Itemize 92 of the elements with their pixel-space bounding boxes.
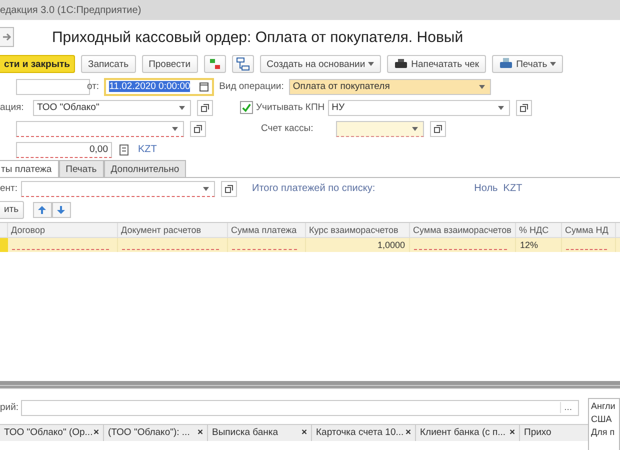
comment-field[interactable]: ... (21, 400, 579, 416)
window-tab[interactable]: Выписка банка × (208, 425, 312, 441)
window-tab[interactable]: (ТОО "Облако"): ... × (104, 425, 208, 441)
dropdown-icon[interactable] (203, 186, 209, 190)
language-text: Англи (591, 401, 616, 411)
close-icon[interactable]: × (93, 425, 99, 441)
column-header: Курс взаиморасчетов (309, 225, 398, 235)
print-receipt-button[interactable]: Напечатать чек (387, 55, 486, 73)
tab[interactable]: Печать (58, 160, 104, 177)
open-window-icon (434, 124, 442, 132)
open-button[interactable] (190, 120, 206, 136)
cash-account-label: Счет кассы: (260, 123, 314, 134)
column-header: Сумма взаиморасчетов (413, 225, 512, 235)
comment-label: рий: (0, 402, 18, 413)
arrow-down-icon (56, 204, 66, 214)
total-label: Итого платежей по списку: (252, 183, 376, 194)
column-header: Документ расчетов (121, 225, 202, 235)
operation-label: Вид операции: (218, 81, 285, 92)
arrow-up-icon (37, 204, 48, 214)
structure-button[interactable] (232, 55, 254, 73)
window-title: едакция 3.0 (1С:Предприятие) (0, 4, 142, 16)
column-header: Сумма НД (565, 225, 608, 235)
caret-icon (550, 62, 556, 66)
window-tab[interactable]: ТОО "Облако" (Ор...× (0, 425, 104, 441)
open-window-icon (201, 104, 209, 112)
journal-entries-button[interactable] (204, 55, 226, 73)
dropdown-icon[interactable] (478, 84, 485, 88)
open-window-icon (194, 124, 202, 132)
window-tab[interactable]: Клиент банка (с п... × (416, 425, 520, 441)
dropdown-icon[interactable] (412, 126, 418, 130)
forward-button[interactable] (0, 27, 14, 47)
currency-link[interactable]: KZT (138, 144, 157, 155)
column-header: % НДС (519, 225, 549, 235)
caret-icon (368, 62, 374, 66)
operation-field[interactable]: Оплата от покупателя (288, 78, 491, 94)
dropdown-icon[interactable] (172, 126, 178, 130)
print-button[interactable]: Печать (492, 55, 564, 73)
create-based-on-button[interactable]: Создать на основании (260, 55, 382, 73)
open-button[interactable] (221, 180, 237, 196)
date-label: от: (86, 81, 100, 92)
window-tab[interactable]: Карточка счета 10... × (312, 425, 416, 441)
language-text: Для п (591, 427, 616, 437)
row-marker (0, 238, 8, 252)
add-button[interactable]: ить (0, 200, 24, 218)
move-up-button[interactable] (32, 202, 52, 218)
agreement-field[interactable] (21, 180, 215, 196)
language-text: США (591, 414, 613, 424)
close-icon[interactable]: × (197, 425, 203, 441)
column-header: Договор (11, 225, 45, 235)
hierarchy-icon (236, 57, 250, 71)
cash-account-field[interactable] (336, 120, 424, 136)
post-and-close-button[interactable]: сти и закрыть (0, 55, 75, 73)
open-window-icon (225, 184, 233, 192)
select-button[interactable]: ... (560, 402, 575, 413)
dropdown-icon[interactable] (179, 106, 185, 110)
close-icon[interactable]: × (509, 425, 515, 441)
table-cell: 1,0000 (377, 240, 405, 250)
kpn-field[interactable]: НУ (328, 100, 510, 116)
amount-field[interactable]: 0,00 (16, 142, 112, 158)
organization-field[interactable]: ТОО "Облако" (33, 100, 191, 116)
total-value: Ноль KZT (474, 183, 522, 194)
counterparty-field[interactable] (16, 120, 184, 136)
printer-icon (499, 58, 514, 70)
form-title: Приходный кассовый ордер: Оплата от покупателя. Новый (52, 28, 464, 46)
open-window-icon (520, 104, 528, 112)
dropdown-icon[interactable] (498, 106, 504, 110)
toolbar-button[interactable]: Записать (80, 55, 136, 73)
table-cell: 12% (520, 240, 538, 250)
kpn-checkbox[interactable] (240, 101, 253, 114)
column-header: Сумма платежа (231, 225, 297, 235)
toolbar-button[interactable]: Провести (142, 55, 198, 73)
date-field[interactable]: 11.02.2020 0:00:00 (104, 78, 214, 96)
tab[interactable]: ты платежа (0, 160, 59, 177)
kpn-label: Учитывать КПН (256, 102, 325, 113)
table-row[interactable]: 1,0000 12% (0, 238, 620, 252)
close-icon[interactable]: × (301, 425, 307, 441)
arrow-right-icon (2, 32, 12, 42)
tab[interactable]: Дополнительно (104, 160, 186, 177)
organization-label: ация: (0, 102, 25, 113)
agreement-label: ент: (0, 183, 18, 194)
calculator-icon (119, 144, 129, 156)
calendar-icon (199, 82, 210, 92)
open-button[interactable] (197, 100, 213, 116)
open-button[interactable] (516, 100, 532, 116)
window-tab[interactable]: Прихо (520, 425, 560, 441)
required-underline (232, 249, 297, 250)
cash-register-icon (394, 59, 408, 69)
close-icon[interactable]: × (405, 425, 411, 441)
debit-credit-icon (208, 57, 222, 71)
required-underline (566, 249, 607, 250)
move-down-button[interactable] (52, 202, 71, 218)
open-button[interactable] (430, 120, 446, 136)
